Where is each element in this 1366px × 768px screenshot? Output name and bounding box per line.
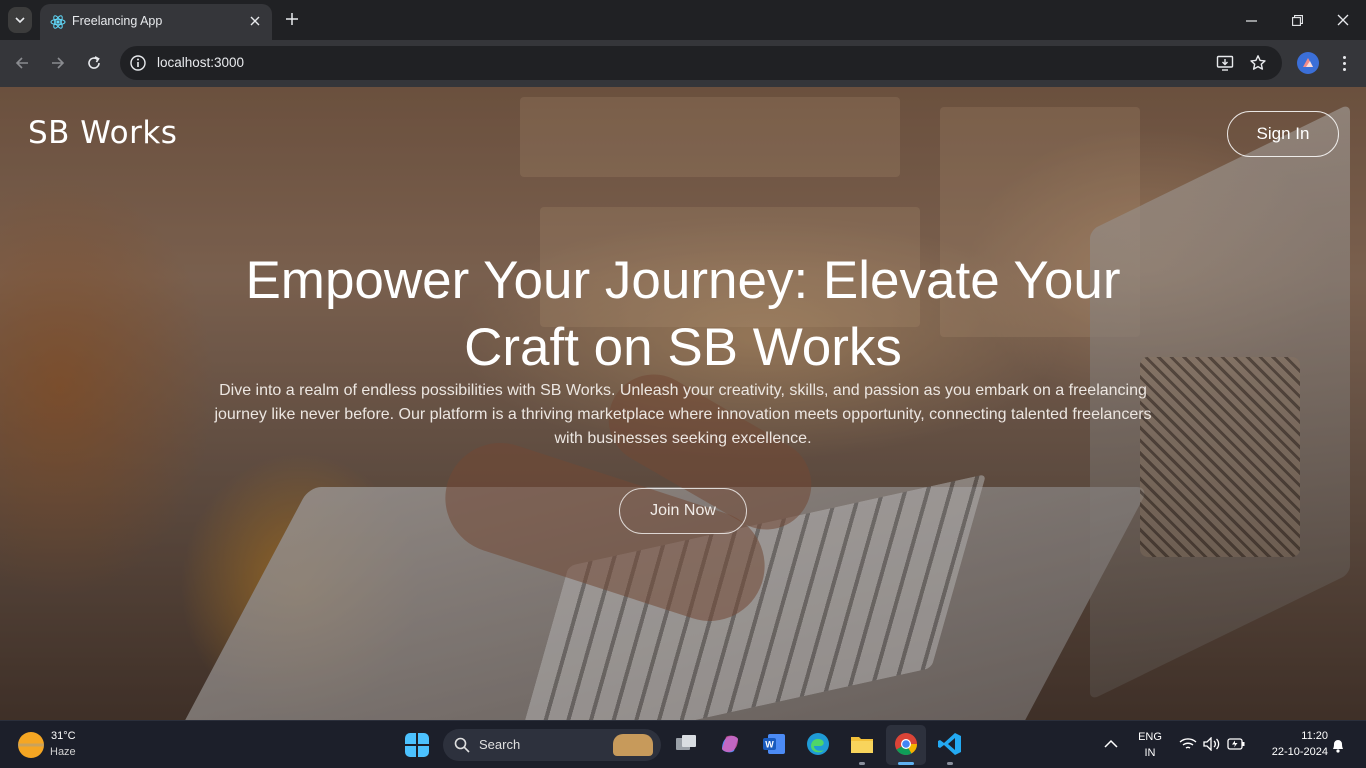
hero-section: SB Works Sign In Empower Your Journey: E…	[0, 87, 1366, 720]
search-label: Search	[479, 737, 521, 752]
weather-condition: Haze	[50, 746, 76, 758]
minimize-icon	[1245, 19, 1257, 22]
reload-icon	[88, 56, 100, 69]
chrome-icon[interactable]	[893, 731, 919, 757]
tab-search-button[interactable]	[8, 7, 32, 33]
back-button[interactable]	[10, 51, 34, 75]
install-app-icon[interactable]	[1216, 54, 1234, 72]
word-icon[interactable]: W	[761, 731, 787, 757]
chevron-up-icon[interactable]	[1104, 739, 1118, 749]
language-region[interactable]: IN	[1134, 747, 1166, 759]
language-code[interactable]: ENG	[1134, 731, 1166, 743]
bookmark-star-icon[interactable]	[1249, 54, 1267, 72]
vscode-icon[interactable]	[937, 731, 963, 757]
battery-icon[interactable]	[1227, 738, 1245, 750]
clock-date[interactable]: 22-10-2024	[1252, 746, 1328, 758]
volume-icon[interactable]	[1203, 737, 1221, 751]
taskbar: 31°C Haze Search W ENG IN 11:20 22-10-20…	[0, 720, 1366, 768]
react-icon	[50, 15, 66, 29]
tab-strip: Freelancing App	[0, 0, 1366, 40]
url-text[interactable]: localhost:3000	[157, 55, 244, 70]
browser-menu-button[interactable]	[1334, 52, 1354, 74]
browser-toolbar: localhost:3000	[0, 40, 1366, 87]
brand-logo[interactable]: SB Works	[28, 115, 177, 151]
weather-haze-icon	[18, 732, 44, 758]
chevron-down-icon	[15, 17, 25, 24]
info-icon[interactable]	[129, 54, 147, 72]
task-view-icon[interactable]	[673, 731, 699, 757]
active-app-indicator	[898, 762, 914, 765]
profile-avatar[interactable]	[1297, 52, 1319, 74]
search-icon	[454, 737, 470, 753]
hero-description: Dive into a realm of endless possibiliti…	[214, 382, 1152, 447]
file-explorer-icon[interactable]	[849, 731, 875, 757]
sign-in-button[interactable]: Sign In	[1227, 111, 1339, 157]
tab-title: Freelancing App	[72, 14, 163, 28]
close-icon	[1337, 14, 1349, 26]
restore-icon	[1291, 14, 1303, 26]
address-bar[interactable]: localhost:3000	[120, 46, 1282, 80]
svg-text:W: W	[765, 740, 774, 750]
taskbar-search[interactable]: Search	[443, 729, 661, 761]
hero-headline: Empower Your Journey: Elevate Your Craft…	[245, 251, 1121, 377]
new-tab-button[interactable]	[282, 8, 302, 30]
close-icon	[250, 16, 260, 26]
copilot-icon[interactable]	[717, 731, 743, 757]
edge-icon[interactable]	[805, 731, 831, 757]
windows-start-icon[interactable]	[405, 733, 429, 757]
minimize-button[interactable]	[1236, 8, 1266, 32]
close-window-button[interactable]	[1328, 8, 1358, 32]
profile-icon	[1303, 58, 1313, 67]
plus-icon	[286, 13, 298, 25]
join-now-button[interactable]: Join Now	[619, 488, 747, 534]
search-highlight-image	[613, 734, 653, 756]
reload-button[interactable]	[82, 51, 106, 75]
forward-button[interactable]	[46, 51, 70, 75]
close-tab-button[interactable]	[246, 12, 264, 30]
clock-time[interactable]: 11:20	[1258, 730, 1328, 742]
wifi-icon[interactable]	[1179, 737, 1197, 751]
arrow-right-icon	[52, 57, 65, 69]
arrow-left-icon	[15, 57, 28, 69]
weather-temperature: 31°C	[51, 730, 76, 742]
notification-bell-icon[interactable]	[1331, 738, 1345, 753]
restore-button[interactable]	[1282, 8, 1312, 32]
browser-tab[interactable]: Freelancing App	[40, 4, 272, 40]
